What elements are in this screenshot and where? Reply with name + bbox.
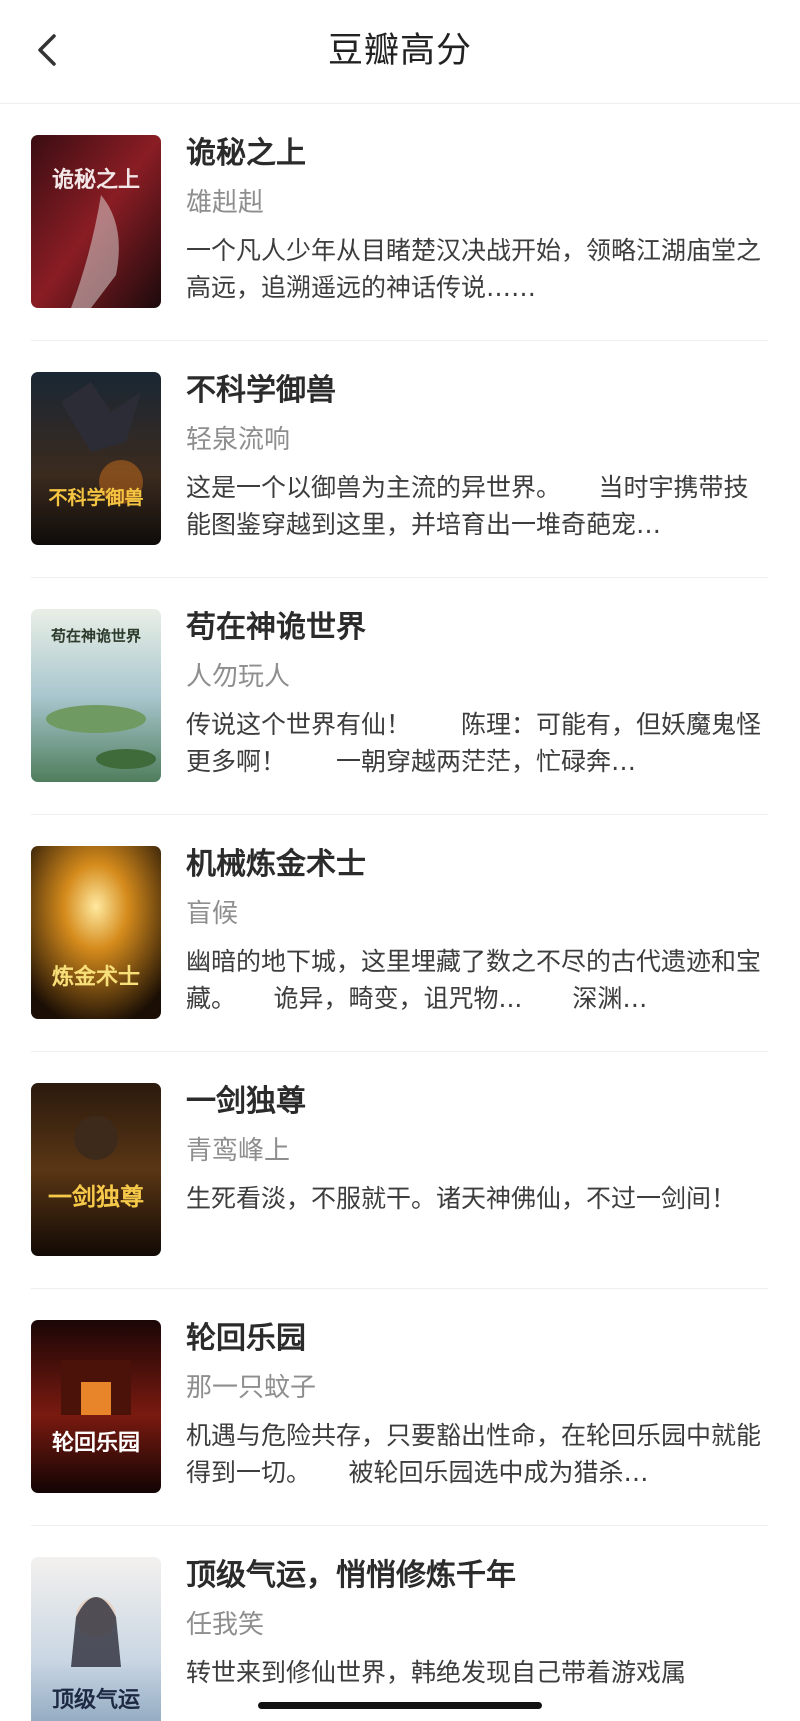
book-description: 这是一个以御兽为主流的异世界。 当时宇携带技能图鉴穿越到这里，并培育出一堆奇葩宠… — [186, 473, 749, 539]
book-item[interactable]: 轮回乐园 轮回乐园 那一只蚊子 机遇与危险共存，只要豁出性命，在轮回乐园中就能得… — [0, 1289, 800, 1526]
book-description: 机遇与危险共存，只要豁出性命，在轮回乐园中就能得到一切。 被轮回乐园选中成为猎杀… — [186, 1421, 762, 1487]
cover-title-text: 顶级气运 — [52, 1687, 140, 1713]
book-author: 雄赳赳 — [186, 188, 265, 218]
book-item[interactable]: 炼金术士 机械炼金术士 盲候 幽暗的地下城，这里埋藏了数之不尽的古代遗迹和宝藏。… — [0, 815, 800, 1052]
book-title: 顶级气运，悄悄修炼千年 — [186, 1558, 516, 1593]
book-cover[interactable]: 顶级气运 — [31, 1557, 161, 1721]
cover-title-text: 一剑独尊 — [48, 1182, 144, 1211]
book-title: 诡秘之上 — [186, 136, 306, 171]
book-description: 转世来到修仙世界，韩绝发现自己带着游戏属 — [186, 1658, 687, 1687]
book-description: 一个凡人少年从目睹楚汉决战开始，领略江湖庙堂之高远，追溯遥远的神话传说…… — [186, 236, 762, 302]
book-item[interactable]: 顶级气运 顶级气运，悄悄修炼千年 任我笑 转世来到修仙世界，韩绝发现自己带着游戏… — [0, 1526, 800, 1721]
app-screen: 豆瓣高分 诡秘之上 诡秘之上 雄赳赳 一个凡人少年从目睹楚汉决战开始，领略江湖庙… — [0, 0, 800, 1721]
book-description: 生死看淡，不服就干。诸天神佛仙，不过一剑间！ — [186, 1184, 737, 1213]
book-cover[interactable]: 诡秘之上 — [31, 135, 161, 308]
book-description: 传说这个世界有仙！ 陈理：可能有，但妖魔鬼怪更多啊！ 一朝穿越两茫茫，忙碌奔… — [186, 710, 762, 776]
book-item[interactable]: 苟在神诡世界 苟在神诡世界 人勿玩人 传说这个世界有仙！ 陈理：可能有，但妖魔鬼… — [0, 578, 800, 815]
page-title: 豆瓣高分 — [327, 31, 472, 71]
home-indicator[interactable] — [258, 1702, 542, 1709]
book-description: 幽暗的地下城，这里埋藏了数之不尽的古代遗迹和宝藏。 诡异，畸变，诅咒物... 深… — [186, 947, 762, 1013]
cover-title-text: 炼金术士 — [52, 964, 140, 990]
book-author: 任我笑 — [186, 1610, 265, 1640]
book-author: 青鸾峰上 — [186, 1136, 291, 1166]
book-author: 人勿玩人 — [186, 662, 291, 692]
cover-title-text: 不科学御兽 — [48, 486, 143, 509]
book-title: 轮回乐园 — [186, 1321, 306, 1356]
book-item[interactable]: 不科学御兽 不科学御兽 轻泉流响 这是一个以御兽为主流的异世界。 当时宇携带技能… — [0, 341, 800, 578]
book-cover[interactable]: 轮回乐园 — [31, 1320, 161, 1493]
cover-title-text: 诡秘之上 — [52, 167, 140, 193]
cover-title-text: 轮回乐园 — [52, 1430, 140, 1456]
book-author: 盲候 — [186, 899, 239, 929]
nav-header: 豆瓣高分 — [0, 0, 800, 104]
book-list: 诡秘之上 诡秘之上 雄赳赳 一个凡人少年从目睹楚汉决战开始，领略江湖庙堂之高远，… — [0, 104, 800, 1721]
book-cover[interactable]: 炼金术士 — [31, 846, 161, 1019]
book-title: 苟在神诡世界 — [186, 610, 366, 645]
book-title: 一剑独尊 — [186, 1084, 306, 1119]
book-title: 机械炼金术士 — [186, 847, 366, 882]
book-author: 轻泉流响 — [186, 425, 291, 455]
book-cover[interactable]: 苟在神诡世界 — [31, 609, 161, 782]
book-cover[interactable]: 一剑独尊 — [31, 1083, 161, 1256]
book-title: 不科学御兽 — [186, 373, 336, 408]
book-item[interactable]: 一剑独尊 一剑独尊 青鸾峰上 生死看淡，不服就干。诸天神佛仙，不过一剑间！ — [0, 1052, 800, 1289]
book-cover[interactable]: 不科学御兽 — [31, 372, 161, 545]
book-item[interactable]: 诡秘之上 诡秘之上 雄赳赳 一个凡人少年从目睹楚汉决战开始，领略江湖庙堂之高远，… — [0, 104, 800, 341]
book-author: 那一只蚊子 — [186, 1373, 317, 1403]
cover-title-text: 苟在神诡世界 — [50, 627, 141, 645]
